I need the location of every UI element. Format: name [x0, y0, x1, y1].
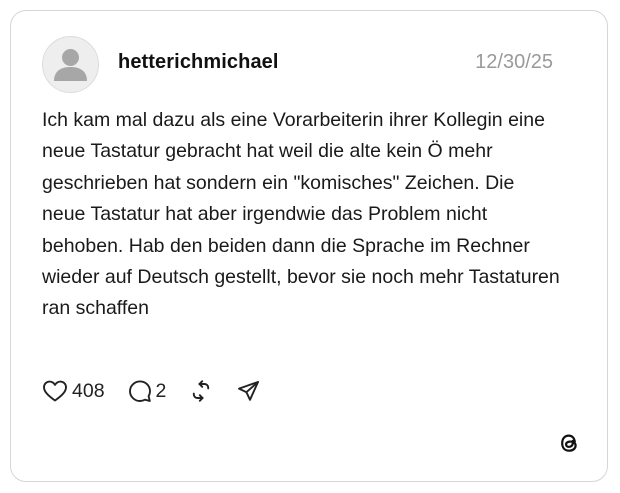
reply-button[interactable]: 2: [128, 379, 167, 403]
like-count: 408: [72, 379, 105, 402]
share-button[interactable]: [236, 379, 260, 403]
reply-count: 2: [155, 379, 167, 402]
username[interactable]: hetterichmichael: [118, 51, 279, 74]
default-user-icon: [54, 49, 87, 81]
speech-bubble-icon: [128, 380, 151, 402]
post-text: Ich kam mal dazu als eine Vorarbeiterin …: [42, 109, 560, 320]
heart-icon: [43, 380, 67, 402]
post-card: hetterichmichael 12/30/25 Ich kam mal da…: [10, 10, 608, 482]
like-button[interactable]: 408: [42, 379, 105, 403]
avatar[interactable]: [42, 36, 99, 93]
repost-button[interactable]: [189, 379, 213, 403]
paper-plane-icon: [238, 381, 260, 401]
repost-icon: [193, 380, 210, 402]
action-bar: 408 2: [42, 377, 260, 405]
threads-logo-icon[interactable]: [557, 431, 581, 455]
post-date: 12/30/25: [475, 51, 553, 73]
